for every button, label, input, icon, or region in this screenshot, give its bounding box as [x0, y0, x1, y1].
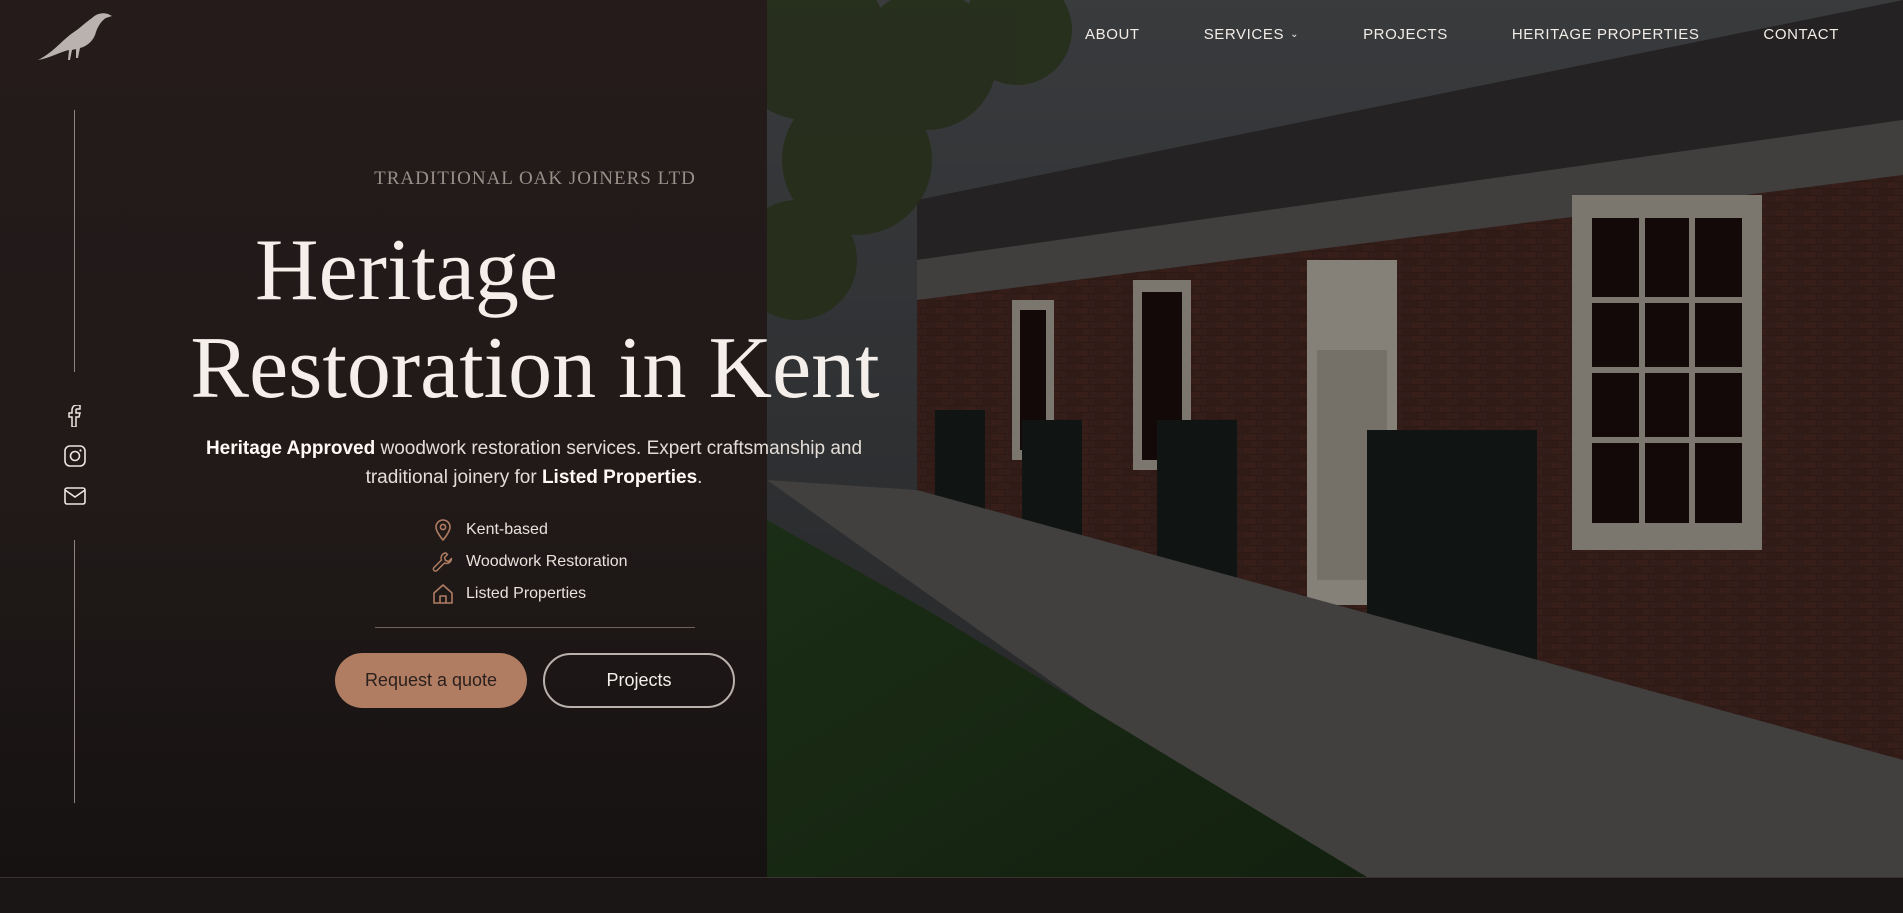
- hero-title: Heritage Restoration in Kent: [140, 222, 930, 418]
- social-rail-line-bottom: [74, 540, 75, 803]
- facebook-icon[interactable]: [62, 403, 88, 429]
- feature-label: Woodwork Restoration: [466, 553, 628, 570]
- wrench-icon: [432, 551, 454, 573]
- chevron-down-icon: ⌄: [1290, 29, 1300, 40]
- nav-contact-label: CONTACT: [1763, 26, 1840, 43]
- feature-label: Listed Properties: [466, 585, 587, 602]
- request-quote-button[interactable]: Request a quote: [335, 653, 527, 708]
- hero-title-line1: Heritage: [255, 222, 558, 319]
- projects-button[interactable]: Projects: [543, 653, 735, 708]
- feature-item: Kent-based: [432, 514, 628, 546]
- hero-description: Heritage Approved woodwork restoration s…: [170, 434, 898, 492]
- company-eyebrow: TRADITIONAL OAK JOINERS LTD: [374, 168, 696, 189]
- desc-end: .: [697, 467, 703, 488]
- nav-heritage-properties[interactable]: HERITAGE PROPERTIES: [1512, 26, 1700, 43]
- home-icon: [432, 583, 454, 605]
- feature-item: Woodwork Restoration: [432, 546, 628, 578]
- hero-photo: [767, 0, 1903, 877]
- nav-projects-label: PROJECTS: [1363, 26, 1448, 43]
- social-rail-line-top: [74, 110, 75, 372]
- nav-services[interactable]: SERVICES ⌄: [1204, 26, 1299, 43]
- bottom-bar: [0, 877, 1903, 913]
- mail-icon[interactable]: [62, 483, 88, 509]
- hero-divider: [375, 627, 695, 628]
- nav-about[interactable]: ABOUT: [1085, 26, 1140, 43]
- nav-heritage-label: HERITAGE PROPERTIES: [1511, 26, 1700, 43]
- crow-logo-icon[interactable]: [36, 8, 114, 68]
- nav-about-label: ABOUT: [1085, 26, 1140, 43]
- nav-contact[interactable]: CONTACT: [1763, 26, 1839, 43]
- feature-item: Listed Properties: [432, 578, 628, 610]
- nav-projects[interactable]: PROJECTS: [1363, 26, 1448, 43]
- main-nav: ABOUT SERVICES ⌄ PROJECTS HERITAGE PROPER…: [1085, 26, 1903, 43]
- desc-bold-listed: Listed Properties: [541, 467, 698, 488]
- feature-list: Kent-based Woodwork Restoration Listed P…: [432, 514, 628, 610]
- map-pin-icon: [432, 519, 454, 541]
- feature-label: Kent-based: [466, 521, 548, 538]
- hero-title-line2: Restoration in Kent: [190, 320, 880, 417]
- desc-bold-heritage: Heritage Approved: [205, 438, 376, 459]
- nav-services-label: SERVICES: [1203, 26, 1285, 43]
- instagram-icon[interactable]: [62, 443, 88, 469]
